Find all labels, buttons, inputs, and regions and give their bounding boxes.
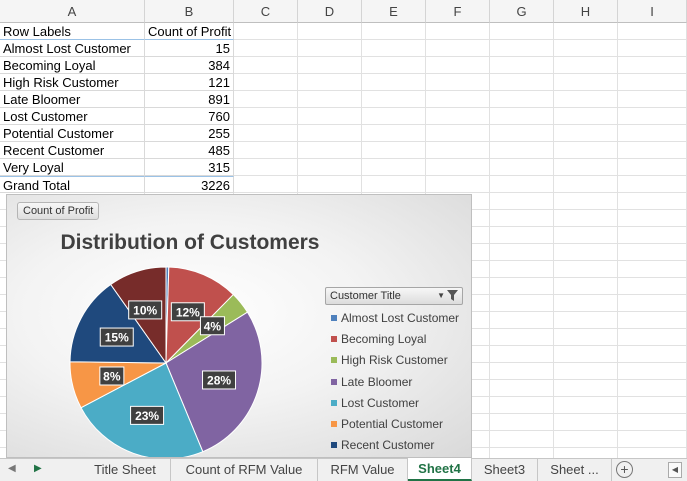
legend-label: Potential Customer	[341, 417, 444, 431]
legend-item[interactable]: Recent Customer	[331, 436, 434, 454]
sheet-tab-bar: ◀ ▶ Title Sheet Count of RFM Value RFM Val…	[0, 458, 687, 481]
pivot-row-value[interactable]: 15	[145, 40, 234, 57]
column-header-c[interactable]: C	[234, 0, 298, 23]
add-sheet-button[interactable]: +	[616, 461, 633, 478]
funnel-icon	[447, 289, 458, 305]
data-label-text: 4%	[204, 319, 222, 333]
data-label: 12%	[170, 302, 205, 322]
pivot-row-label[interactable]: Lost Customer	[0, 108, 145, 125]
pivot-row-value[interactable]: 891	[145, 91, 234, 108]
sheet-tab-sheet4[interactable]: Sheet4	[408, 458, 472, 481]
data-label-text: 23%	[135, 409, 159, 423]
pivot-row-value[interactable]: 315	[145, 159, 234, 176]
column-header-g[interactable]: G	[490, 0, 554, 23]
column-gridline	[617, 23, 618, 458]
sheet-tab-count-of-rfm-value[interactable]: Count of RFM Value	[171, 459, 318, 481]
legend-item[interactable]: Almost Lost Customer	[331, 309, 459, 327]
pivot-row-value[interactable]: 384	[145, 57, 234, 74]
row-labels-header[interactable]: Row Labels	[0, 23, 145, 40]
sheet-tab-rfm-value[interactable]: RFM Value	[318, 459, 408, 481]
data-label-text: 28%	[207, 373, 231, 387]
data-label-text: 15%	[105, 331, 129, 345]
data-label: 23%	[130, 405, 165, 425]
pivot-row-label[interactable]: Almost Lost Customer	[0, 40, 145, 57]
column-header-d[interactable]: D	[298, 0, 362, 23]
column-header-a[interactable]: A	[0, 0, 145, 23]
legend-swatch	[331, 399, 337, 406]
sheet-tab-sheet3[interactable]: Sheet3	[472, 459, 538, 481]
sheet-tab-sheet[interactable]: Sheet ...	[538, 459, 612, 481]
column-header-h[interactable]: H	[554, 0, 618, 23]
prev-sheet-icon[interactable]: ◀	[8, 463, 16, 474]
legend-label: Late Bloomer	[341, 374, 413, 389]
scroll-left-button[interactable]: ◀	[668, 462, 682, 478]
legend-field-label: Customer Title	[330, 290, 401, 302]
legend-item[interactable]: Potential Customer	[331, 415, 443, 433]
legend-item[interactable]: Late Bloomer	[331, 373, 412, 391]
pivot-row-label[interactable]: High Risk Customer	[0, 74, 145, 91]
column-gridline	[489, 23, 490, 458]
pivot-row-label[interactable]: Recent Customer	[0, 142, 145, 159]
count-of-profit-header[interactable]: Count of Profit	[145, 23, 234, 40]
data-label: 4%	[199, 316, 225, 336]
worksheet-grid[interactable]: ABCDEFGHI Row Labels Count of Profit Almos…	[0, 0, 687, 458]
data-label: 15%	[99, 327, 134, 347]
legend-swatch	[331, 378, 337, 385]
legend-swatch	[331, 421, 337, 427]
legend-item[interactable]: Lost Customer	[331, 394, 419, 412]
next-sheet-icon[interactable]: ▶	[34, 463, 42, 474]
column-header-b[interactable]: B	[145, 0, 234, 23]
data-label-text: 12%	[176, 305, 200, 319]
legend-item[interactable]: Becoming Loyal	[331, 330, 426, 348]
grand-total-value[interactable]: 3226	[145, 176, 234, 193]
legend-item[interactable]: High Risk Customer	[331, 351, 448, 369]
pivot-row-label[interactable]: Very Loyal	[0, 159, 145, 176]
data-label-text: 10%	[133, 303, 157, 317]
data-label: 8%	[99, 366, 125, 386]
pivot-row-label[interactable]: Late Bloomer	[0, 91, 145, 108]
grand-total-label[interactable]: Grand Total	[0, 176, 145, 193]
pivot-row-value[interactable]: 121	[145, 74, 234, 91]
legend-label: Lost Customer	[341, 395, 420, 410]
legend-swatch	[331, 315, 337, 321]
column-gridline	[553, 23, 554, 458]
sheet-tab-title-sheet[interactable]: Title Sheet	[80, 459, 171, 481]
legend-label: Becoming Loyal	[341, 332, 427, 347]
pivot-chart[interactable]: 12% 4% 28% 23% 8% 15% 10% Count of Profit Dist…	[6, 194, 472, 458]
data-label: 28%	[202, 370, 237, 390]
column-header-f[interactable]: F	[426, 0, 490, 23]
pivot-row-value[interactable]: 760	[145, 108, 234, 125]
pivot-row-label[interactable]: Potential Customer	[0, 125, 145, 142]
pivot-row-value[interactable]: 485	[145, 142, 234, 159]
legend-swatch	[331, 357, 337, 364]
chart-title: Distribution of Customers	[60, 231, 320, 254]
legend-field-button[interactable]: Customer Title ▼	[325, 287, 463, 305]
dropdown-arrow-icon: ▼	[437, 291, 445, 300]
column-header-e[interactable]: E	[362, 0, 426, 23]
column-header-i[interactable]: I	[618, 0, 687, 23]
legend-label: High Risk Customer	[341, 353, 448, 368]
count-of-profit-field-button[interactable]: Count of Profit	[17, 202, 100, 220]
pivot-row-label[interactable]: Becoming Loyal	[0, 57, 145, 74]
legend-swatch	[331, 336, 337, 343]
legend-swatch	[331, 442, 337, 449]
data-label-text: 8%	[103, 370, 121, 384]
pivot-row-value[interactable]: 255	[145, 125, 234, 142]
legend-label: Almost Lost Customer	[341, 311, 460, 325]
data-label: 10%	[128, 300, 163, 320]
legend-label: Recent Customer	[341, 438, 435, 453]
